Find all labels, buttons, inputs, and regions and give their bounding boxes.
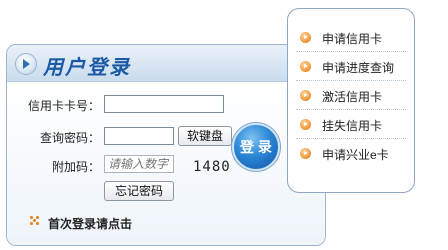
card-number-label: 信用卡卡号： <box>27 99 100 113</box>
captcha-label: 附加码： <box>51 160 100 174</box>
forgot-password-button[interactable]: 忘记密码 <box>104 181 174 201</box>
menu-item-label: 申请信用卡 <box>322 32 383 46</box>
menu-item-report-lost[interactable]: 挂失信用卡 <box>300 115 400 135</box>
arrow-bullet-icon <box>15 53 37 75</box>
captcha-input[interactable] <box>104 155 174 173</box>
arrow-bullet-icon <box>300 90 311 101</box>
menu-divider <box>296 80 406 81</box>
arrow-bullet-icon <box>300 32 311 43</box>
menu-divider <box>296 138 406 139</box>
card-number-input[interactable] <box>104 95 224 113</box>
menu-item-label: 激活信用卡 <box>322 90 383 104</box>
menu-divider <box>296 51 406 52</box>
login-button[interactable]: 登 录 <box>232 123 280 171</box>
menu-item-label: 申请进度查询 <box>322 61 395 75</box>
arrow-bullet-icon <box>300 148 311 159</box>
menu-item-label: 申请兴业e卡 <box>322 148 389 162</box>
login-title: 用户登录 <box>43 57 131 79</box>
menu-item-progress-query[interactable]: 申请进度查询 <box>300 57 400 77</box>
first-login-link[interactable]: 首次登录请点击 <box>48 215 132 232</box>
arrow-bullet-icon <box>300 61 311 72</box>
login-header: 用户登录 <box>7 45 325 82</box>
dots-icon <box>30 216 40 226</box>
menu-item-apply-card[interactable]: 申请信用卡 <box>300 28 400 48</box>
password-input[interactable] <box>104 127 174 145</box>
soft-keyboard-button[interactable]: 软键盘 <box>178 126 232 146</box>
menu-item-apply-e-card[interactable]: 申请兴业e卡 <box>300 144 400 164</box>
service-menu: 申请信用卡 申请进度查询 激活信用卡 挂失信用卡 申请兴业e卡 <box>287 8 415 193</box>
captcha-image: 1480 <box>193 159 231 175</box>
menu-item-label: 挂失信用卡 <box>322 119 383 133</box>
arrow-bullet-icon <box>300 119 311 130</box>
password-label: 查询密码： <box>39 131 100 145</box>
menu-item-activate-card[interactable]: 激活信用卡 <box>300 86 400 106</box>
menu-divider <box>296 109 406 110</box>
